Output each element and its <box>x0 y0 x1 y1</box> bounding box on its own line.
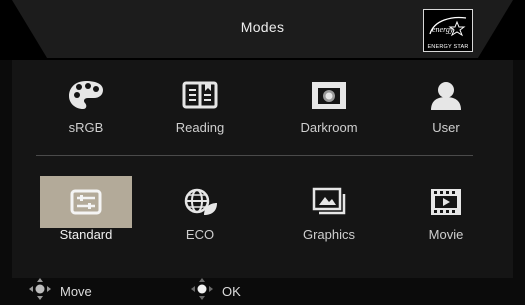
ok-label: OK <box>222 283 241 299</box>
mode-movie[interactable]: Movie <box>398 182 494 252</box>
mode-user[interactable]: User <box>398 75 494 145</box>
energy-star-logo: energy ENERGY STAR <box>423 9 473 52</box>
move-label: Move <box>60 283 92 299</box>
user-icon <box>398 75 494 115</box>
palette-icon <box>38 75 134 115</box>
mode-graphics[interactable]: Graphics <box>281 182 377 252</box>
darkroom-icon <box>281 75 377 115</box>
move-hint: Move <box>28 277 92 305</box>
footer-hints: Move OK <box>0 277 525 305</box>
svg-text:energy: energy <box>432 25 454 34</box>
mode-label: sRGB <box>68 120 104 135</box>
mode-standard[interactable]: Standard <box>38 182 134 252</box>
mode-label: ECO <box>185 227 215 242</box>
joystick-move-icon <box>28 277 52 305</box>
mode-darkroom[interactable]: Darkroom <box>281 75 377 145</box>
mode-label: Movie <box>428 227 464 242</box>
mode-srgb[interactable]: sRGB <box>38 75 134 145</box>
book-icon <box>152 75 248 115</box>
mode-eco[interactable]: ECO <box>152 182 248 252</box>
mode-label: User <box>432 120 460 135</box>
film-icon <box>398 182 494 222</box>
graphics-icon <box>281 182 377 222</box>
eco-globe-icon <box>152 182 248 222</box>
sliders-icon <box>38 182 134 222</box>
mode-label: Reading <box>175 120 225 135</box>
mode-label: Graphics <box>302 227 356 242</box>
joystick-press-icon <box>190 277 214 305</box>
ok-hint: OK <box>190 277 241 305</box>
mode-label: Darkroom <box>300 120 358 135</box>
menu-header: Modes energy ENERGY STAR <box>0 0 525 60</box>
energy-star-text: ENERGY STAR <box>427 44 469 50</box>
row-divider <box>36 155 473 156</box>
mode-label: Standard <box>59 227 113 242</box>
mode-reading[interactable]: Reading <box>152 75 248 145</box>
